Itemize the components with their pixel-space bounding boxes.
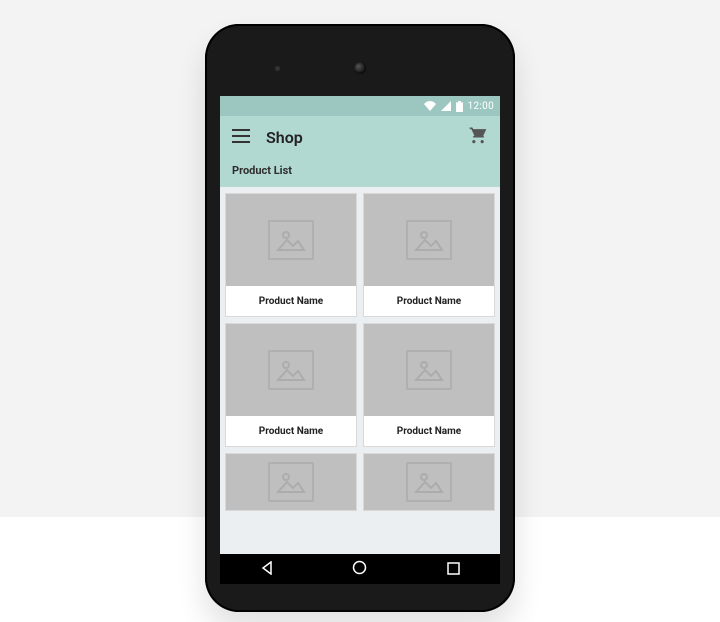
back-button[interactable] [249,557,285,581]
image-placeholder-icon [406,462,452,502]
proximity-sensor [275,66,280,71]
image-placeholder-icon [406,350,452,390]
cart-icon [468,125,488,149]
image-placeholder-icon [268,462,314,502]
image-placeholder-icon [268,220,314,260]
back-icon [260,560,274,579]
recents-button[interactable] [435,557,471,581]
menu-button[interactable] [230,126,252,148]
product-card[interactable]: Product Name [363,323,495,447]
product-name: Product Name [226,286,356,316]
product-card[interactable]: Product Name [225,453,357,511]
phone-frame: 12:00 Shop Product List [205,24,515,612]
front-camera [354,62,366,74]
product-name: Product Name [364,416,494,446]
app-bar: Shop [220,116,500,158]
image-placeholder-icon [406,220,452,260]
product-thumbnail [364,194,494,286]
page-title: Shop [266,128,466,147]
android-nav-bar [220,554,500,584]
screen: 12:00 Shop Product List [220,96,500,554]
product-thumbnail [226,454,356,510]
cart-button[interactable] [466,125,490,149]
image-placeholder-icon [268,350,314,390]
product-name: Product Name [226,416,356,446]
subheader: Product List [220,158,500,187]
wifi-icon [424,101,436,111]
home-button[interactable] [342,557,378,581]
product-thumbnail [226,324,356,416]
product-card[interactable]: Product Name [225,323,357,447]
product-name: Product Name [364,286,494,316]
product-thumbnail [364,324,494,416]
product-thumbnail [226,194,356,286]
signal-icon [441,101,451,111]
product-card[interactable]: Product Name [363,193,495,317]
home-icon [352,560,367,579]
product-grid: Product Name Product Name [225,193,495,511]
product-card[interactable]: Product Name [363,453,495,511]
product-card[interactable]: Product Name [225,193,357,317]
subheader-label: Product List [232,164,292,177]
menu-icon [232,128,250,147]
product-thumbnail [364,454,494,510]
battery-icon [456,101,463,112]
product-scroll[interactable]: Product Name Product Name [220,188,500,554]
status-clock: 12:00 [468,101,494,112]
status-bar: 12:00 [220,96,500,116]
recents-icon [447,560,460,579]
